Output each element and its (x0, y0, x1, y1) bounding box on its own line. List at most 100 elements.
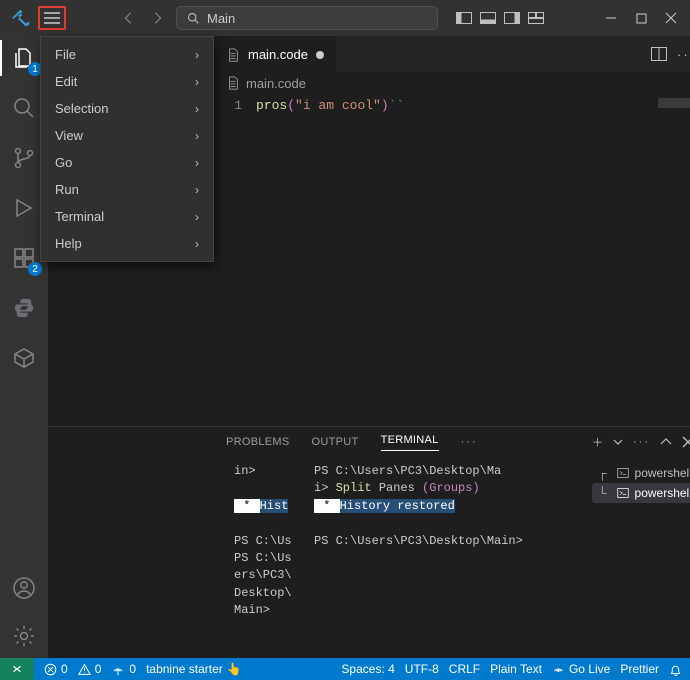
layout-panel-bottom-icon[interactable] (480, 12, 496, 24)
menu-item-terminal[interactable]: Terminal › (41, 203, 213, 230)
branch-icon (12, 146, 36, 170)
status-golive[interactable]: Go Live (552, 662, 610, 676)
nav-back-icon[interactable] (122, 11, 136, 25)
terminal-list-item[interactable]: └ powershell (592, 483, 690, 503)
bell-icon (669, 663, 682, 676)
menu-item-file[interactable]: File › (41, 41, 213, 68)
file-icon (226, 48, 240, 62)
gear-icon (12, 624, 36, 648)
activity-settings[interactable] (0, 622, 48, 650)
account-icon (12, 576, 36, 600)
chevron-right-icon: › (195, 48, 199, 62)
search-icon (187, 12, 199, 24)
remote-icon (10, 662, 24, 676)
layout-sidebar-right-icon[interactable] (504, 12, 520, 24)
menu-item-label: File (55, 47, 76, 62)
command-center[interactable]: Main (176, 6, 438, 30)
menu-item-edit[interactable]: Edit › (41, 68, 213, 95)
tree-branch-icon: ┌ (598, 466, 607, 480)
dirty-indicator-icon (316, 51, 324, 59)
terminal-list-item[interactable]: ┌ powershell (592, 463, 690, 483)
status-errors[interactable]: 0 (44, 662, 68, 676)
chevron-right-icon: › (195, 183, 199, 197)
menu-item-label: Edit (55, 74, 77, 89)
panel-more-icon[interactable]: ··· (633, 436, 650, 448)
play-bug-icon (12, 196, 36, 220)
status-eol[interactable]: CRLF (449, 662, 480, 676)
hamburger-menu-button[interactable] (38, 6, 66, 30)
menu-item-label: Go (55, 155, 72, 170)
warning-icon (78, 663, 91, 676)
window-maximize-button[interactable] (626, 0, 656, 36)
layout-sidebar-left-icon[interactable] (456, 12, 472, 24)
panel-tab-terminal[interactable]: TERMINAL (381, 434, 439, 451)
terminal-dropdown-icon[interactable] (613, 437, 623, 447)
tree-branch-icon: └ (598, 486, 607, 500)
chevron-right-icon: › (195, 102, 199, 116)
window-minimize-button[interactable] (596, 0, 626, 36)
panel-tab-more-icon[interactable]: ··· (461, 436, 478, 448)
bottom-panel: PROBLEMS OUTPUT TERMINAL ··· ＋ ··· in> *… (48, 426, 690, 658)
remote-button[interactable] (0, 658, 34, 680)
panel-tab-output[interactable]: OUTPUT (312, 436, 359, 448)
menu-item-label: Run (55, 182, 79, 197)
editor-tab-label: main.code (248, 47, 308, 62)
terminal-icon (617, 467, 629, 479)
nav-forward-icon[interactable] (150, 11, 164, 25)
menu-item-view[interactable]: View› (41, 122, 213, 149)
code-line: pros("i am cool")`` (256, 94, 404, 426)
terminal-icon (617, 487, 629, 499)
menu-item-go[interactable]: Go › (41, 149, 213, 176)
menu-item-selection[interactable]: Selection › (41, 95, 213, 122)
layout-customize-icon[interactable] (528, 12, 544, 24)
line-number: 1 (216, 94, 256, 426)
new-terminal-icon[interactable]: ＋ (592, 434, 603, 450)
error-icon (44, 663, 57, 676)
status-tabnine[interactable]: tabnine starter 👆 (146, 662, 242, 676)
menu-item-label: Terminal (55, 209, 104, 224)
window-close-button[interactable] (656, 0, 686, 36)
command-center-text: Main (207, 11, 235, 26)
panel-tab-bar: PROBLEMS OUTPUT TERMINAL ··· ＋ ··· (48, 427, 690, 457)
status-spaces[interactable]: Spaces: 4 (341, 662, 394, 676)
hand-icon: 👆 (227, 662, 242, 676)
terminal-sidebar: ┌ powershell └ powershell (592, 457, 690, 658)
file-icon (226, 76, 240, 90)
status-encoding[interactable]: UTF-8 (405, 662, 439, 676)
editor-more-icon[interactable]: ··· (677, 47, 690, 62)
activity-python[interactable] (0, 294, 48, 322)
search-icon (12, 96, 36, 120)
application-menu: File›Edit›Selection›View›Go›Run›Terminal… (40, 36, 214, 262)
menu-item-run[interactable]: Run › (41, 176, 213, 203)
status-ports[interactable]: 0 (111, 662, 136, 676)
python-icon (13, 297, 35, 319)
split-editor-icon[interactable] (651, 47, 667, 61)
status-warnings[interactable]: 0 (78, 662, 102, 676)
chevron-right-icon: › (195, 75, 199, 89)
minimap[interactable] (658, 98, 690, 108)
activity-docker[interactable] (0, 344, 48, 372)
chevron-right-icon: › (195, 237, 199, 251)
vscode-logo-icon (8, 5, 34, 31)
menu-item-label: Selection (55, 101, 108, 116)
breadcrumb-file: main.code (246, 76, 306, 91)
panel-close-icon[interactable] (682, 436, 690, 448)
cube-icon (12, 346, 36, 370)
chevron-right-icon: › (195, 129, 199, 143)
chevron-right-icon: › (195, 210, 199, 224)
status-language[interactable]: Plain Text (490, 662, 542, 676)
terminal-pane-1[interactable]: in> * Hist PS C:\Us PS C:\Us ers\PC3\ De… (226, 457, 306, 658)
broadcast-icon (552, 663, 565, 676)
panel-maximize-icon[interactable] (660, 436, 672, 448)
status-prettier[interactable]: Prettier (620, 662, 659, 676)
extensions-badge: 2 (28, 262, 42, 276)
activity-account[interactable] (0, 574, 48, 602)
editor-tab-main[interactable]: main.code (214, 36, 337, 72)
status-notifications[interactable] (669, 663, 682, 676)
radio-tower-icon (111, 663, 125, 676)
panel-tab-problems[interactable]: PROBLEMS (226, 436, 290, 448)
menu-item-help[interactable]: Help› (41, 230, 213, 257)
chevron-right-icon: › (195, 156, 199, 170)
title-bar: Main (0, 0, 690, 36)
terminal-pane-2[interactable]: PS C:\Users\PC3\Desktop\Ma i> Split Pane… (306, 457, 592, 658)
